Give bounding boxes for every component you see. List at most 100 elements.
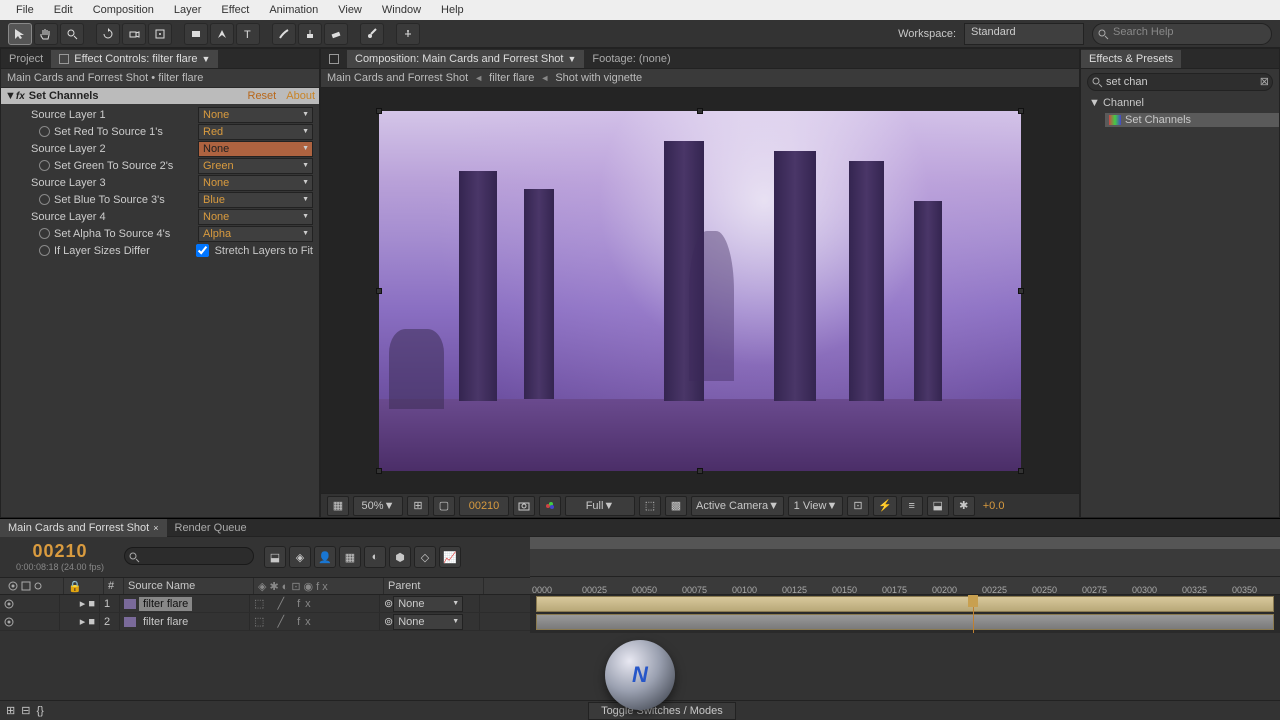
stopwatch-icon[interactable] (39, 126, 50, 137)
transparency-grid-button[interactable]: ▩ (665, 496, 687, 516)
layer-bar-1[interactable] (536, 596, 1274, 612)
comp-tab-icon[interactable] (321, 51, 347, 67)
motion-blur-button[interactable]: ◐ (364, 546, 386, 568)
tab-dropdown-icon[interactable]: ▼ (202, 54, 211, 64)
pen-tool[interactable] (210, 23, 234, 45)
resolution-grid-button[interactable]: ⊞ (407, 496, 429, 516)
tab-dropdown-icon[interactable]: ▼ (567, 54, 576, 64)
search-help-input[interactable]: Search Help (1092, 23, 1272, 45)
clear-search-icon[interactable]: ⊠ (1260, 75, 1269, 88)
bc-comp[interactable]: Main Cards and Forrest Shot (327, 72, 468, 84)
auto-keyframe-button[interactable]: ◇ (414, 546, 436, 568)
puppet-tool[interactable] (396, 23, 420, 45)
menu-layer[interactable]: Layer (166, 1, 210, 19)
selection-tool[interactable] (8, 23, 32, 45)
bc-layer[interactable]: filter flare (489, 72, 534, 84)
menu-animation[interactable]: Animation (261, 1, 326, 19)
bc-nested[interactable]: Shot with vignette (555, 72, 642, 84)
hand-tool[interactable] (34, 23, 58, 45)
pan-behind-tool[interactable] (148, 23, 172, 45)
comp-flowchart-button[interactable]: ⬓ (927, 496, 949, 516)
graph-editor-button[interactable]: 📈 (439, 546, 461, 568)
prop-red-select[interactable]: Red (198, 124, 313, 140)
text-tool[interactable]: T (236, 23, 260, 45)
toggle-mask-button[interactable]: ▢ (433, 496, 455, 516)
prop-source1-select[interactable]: None (198, 107, 313, 123)
effect-twirl-icon[interactable]: ▼ (5, 90, 16, 102)
menu-edit[interactable]: Edit (46, 1, 81, 19)
viewer-canvas[interactable] (379, 111, 1021, 471)
transform-handle[interactable] (376, 288, 382, 294)
layer-row-1[interactable]: ▸ ■ 1 filter flare ⬚ ╱ fx ⊚ None (0, 595, 530, 613)
timeline-track-area[interactable]: 0000000250005000075001000012500150001750… (530, 537, 1280, 633)
toggle-modes-icon[interactable]: ⊟ (21, 704, 30, 717)
menu-effect[interactable]: Effect (213, 1, 257, 19)
fx-icon[interactable]: fx (16, 91, 25, 102)
time-ruler[interactable] (530, 537, 1280, 577)
col-number[interactable]: # (104, 578, 124, 594)
comp-mini-flowchart-button[interactable]: ⬓ (264, 546, 286, 568)
clone-stamp-tool[interactable] (298, 23, 322, 45)
roi-button[interactable]: ⬚ (639, 496, 661, 516)
toggle-switches-modes-button[interactable]: Toggle Switches / Modes (588, 702, 736, 720)
prop-source2-select[interactable]: None (198, 141, 313, 157)
prop-source4-select[interactable]: None (198, 209, 313, 225)
menu-view[interactable]: View (330, 1, 370, 19)
fast-previews-button[interactable]: ⚡ (873, 496, 897, 516)
draft-3d-button[interactable]: ◈ (289, 546, 311, 568)
prop-source3-select[interactable]: None (198, 175, 313, 191)
eraser-tool[interactable] (324, 23, 348, 45)
effect-reset-link[interactable]: Reset (248, 90, 277, 102)
effect-header[interactable]: ▼ fx Set Channels Reset About (1, 88, 319, 104)
parent-pickwhip-icon[interactable]: ⊚ (384, 615, 393, 628)
menu-window[interactable]: Window (374, 1, 429, 19)
timeline-tab[interactable]: Main Cards and Forrest Shot× (0, 519, 167, 537)
composition-tab[interactable]: Composition: Main Cards and Forrest Shot… (347, 50, 584, 68)
prop-blue-select[interactable]: Blue (198, 192, 313, 208)
stopwatch-icon[interactable] (39, 160, 50, 171)
exposure-value[interactable]: +0.0 (979, 500, 1009, 512)
effect-about-link[interactable]: About (286, 90, 315, 102)
menu-composition[interactable]: Composition (85, 1, 162, 19)
hide-shy-button[interactable]: 👤 (314, 546, 336, 568)
render-queue-tab[interactable]: Render Queue (167, 519, 255, 537)
current-time-display[interactable]: 00210 0:00:08:18 (24.00 fps) (0, 537, 120, 577)
frame-blend-button[interactable]: ▦ (339, 546, 361, 568)
transform-handle[interactable] (1018, 108, 1024, 114)
parent-select[interactable]: None (393, 596, 463, 612)
col-source-name[interactable]: Source Name (124, 578, 254, 594)
zoom-select[interactable]: 50% ▼ (353, 496, 403, 516)
roto-brush-tool[interactable] (360, 23, 384, 45)
zoom-tool[interactable] (60, 23, 84, 45)
timeline-button[interactable]: ≡ (901, 496, 923, 516)
stopwatch-icon[interactable] (39, 228, 50, 239)
current-time-indicator[interactable] (973, 595, 974, 633)
menu-file[interactable]: File (8, 1, 42, 19)
composition-viewer[interactable] (321, 88, 1079, 493)
toggle-in-out-icon[interactable]: {} (36, 705, 43, 717)
layer-search-input[interactable] (124, 547, 254, 565)
transform-handle[interactable] (697, 468, 703, 474)
prop-alpha-select[interactable]: Alpha (198, 226, 313, 242)
footage-tab[interactable]: Footage: (none) (584, 50, 678, 68)
layer-row-2[interactable]: ▸ ■ 2 filter flare ⬚ ╱ fx ⊚ None (0, 613, 530, 631)
current-frame[interactable]: 00210 (459, 496, 509, 516)
snapshot-button[interactable] (513, 496, 535, 516)
stopwatch-icon[interactable] (39, 245, 50, 256)
parent-select[interactable]: None (393, 614, 463, 630)
camera-tool[interactable] (122, 23, 146, 45)
prop-green-select[interactable]: Green (198, 158, 313, 174)
reset-exposure-button[interactable]: ✱ (953, 496, 975, 516)
time-ruler-ticks[interactable]: 0000000250005000075001000012500150001750… (530, 577, 1280, 595)
show-channel-button[interactable] (539, 496, 561, 516)
transform-handle[interactable] (376, 468, 382, 474)
transform-handle[interactable] (1018, 468, 1024, 474)
rectangle-tool[interactable] (184, 23, 208, 45)
layer-bar-2[interactable] (536, 614, 1274, 630)
transform-handle[interactable] (697, 108, 703, 114)
stretch-checkbox[interactable] (196, 244, 209, 257)
brainstorm-button[interactable]: ⬢ (389, 546, 411, 568)
rotation-tool[interactable] (96, 23, 120, 45)
parent-pickwhip-icon[interactable]: ⊚ (384, 597, 393, 610)
workspace-select[interactable]: Standard (964, 23, 1084, 45)
